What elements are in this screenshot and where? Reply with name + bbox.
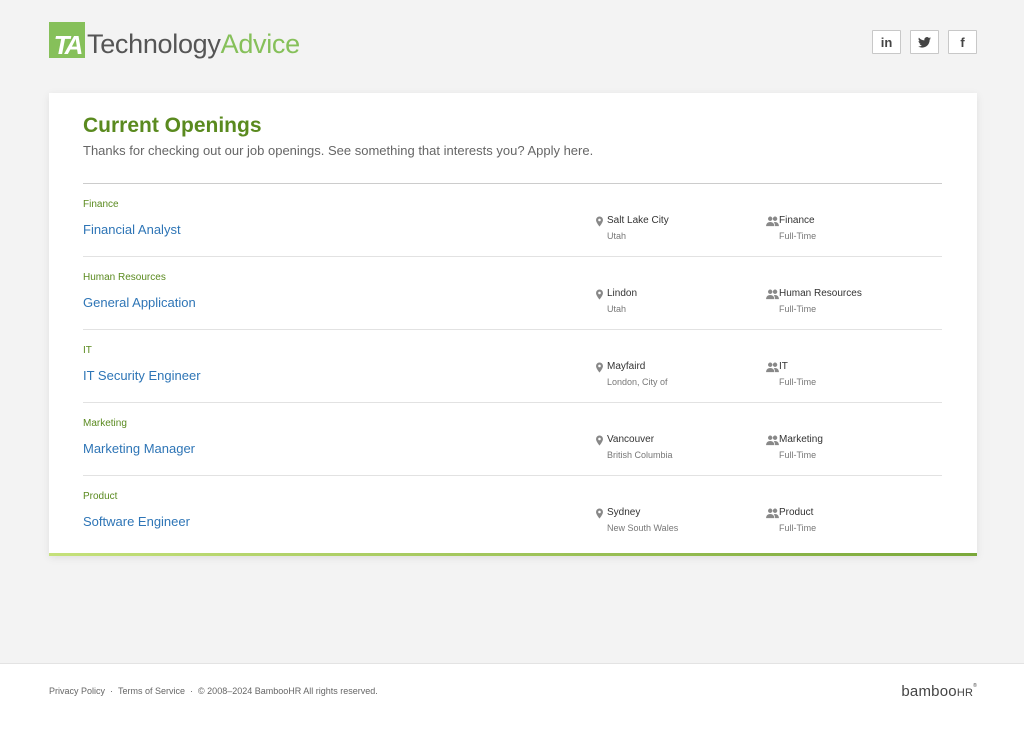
job-region: Utah <box>607 304 627 314</box>
logo-text: TechnologyAdvice <box>87 26 300 62</box>
location-pin-icon <box>596 435 603 446</box>
registered-mark: ® <box>973 683 977 689</box>
job-title-link[interactable]: IT Security Engineer <box>83 368 201 383</box>
logo-mark: TA <box>49 22 85 58</box>
job-row: IT IT Security Engineer Mayfaird London,… <box>83 330 942 403</box>
job-department: Product <box>83 491 118 502</box>
location-pin-icon <box>596 508 603 519</box>
job-team-name: Product <box>779 507 814 518</box>
job-department: IT <box>83 345 92 356</box>
privacy-policy-link[interactable]: Privacy Policy <box>49 686 105 696</box>
job-team-name: Human Resources <box>779 288 862 299</box>
job-row: Product Software Engineer Sydney New Sou… <box>83 476 942 549</box>
card-accent-bar <box>49 553 977 556</box>
location-pin-icon <box>596 289 603 300</box>
bamboohr-logo[interactable]: bambooHR® <box>901 683 977 700</box>
job-region: British Columbia <box>607 450 673 460</box>
job-city: Vancouver <box>607 434 655 445</box>
job-city: Mayfaird <box>607 361 646 372</box>
job-title-link[interactable]: General Application <box>83 295 196 310</box>
job-region: London, City of <box>607 377 668 387</box>
bamboohr-logo-suffix: HR <box>956 687 974 699</box>
job-city: Salt Lake City <box>607 215 669 226</box>
job-title-link[interactable]: Marketing Manager <box>83 441 195 456</box>
job-team-name: IT <box>779 361 788 372</box>
job-city: Lindon <box>607 288 638 299</box>
job-department: Finance <box>83 199 119 210</box>
footer-links: Privacy Policy · Terms of Service · © 20… <box>49 686 378 696</box>
job-title-link[interactable]: Software Engineer <box>83 514 190 529</box>
job-employment-type: Full-Time <box>779 377 817 387</box>
openings-card: Current Openings Thanks for checking out… <box>49 93 977 556</box>
job-department: Human Resources <box>83 272 166 283</box>
job-employment-type: Full-Time <box>779 304 817 314</box>
job-list: Finance Financial Analyst Salt Lake City… <box>83 183 942 549</box>
job-region: New South Wales <box>607 523 679 533</box>
location-pin-icon <box>596 362 603 373</box>
job-row: Finance Financial Analyst Salt Lake City… <box>83 184 942 257</box>
job-row: Human Resources General Application Lind… <box>83 257 942 330</box>
logo-text-accent: Advice <box>220 29 301 59</box>
job-team-name: Finance <box>779 215 815 226</box>
social-links: in f <box>872 30 977 54</box>
job-employment-type: Full-Time <box>779 450 817 460</box>
footer-separator: · <box>190 686 194 696</box>
bamboohr-logo-text: bamboo <box>901 683 957 700</box>
twitter-button[interactable] <box>910 30 939 54</box>
footer-separator: · <box>110 686 114 696</box>
job-title-link[interactable]: Financial Analyst <box>83 222 181 237</box>
job-row: Marketing Marketing Manager Vancouver Br… <box>83 403 942 476</box>
copyright-text: © 2008–2024 BambooHR All rights reserved… <box>198 686 378 696</box>
job-region: Utah <box>607 231 627 241</box>
people-icon <box>766 289 779 300</box>
page-title: Current Openings <box>83 114 262 137</box>
terms-of-service-link[interactable]: Terms of Service <box>118 686 185 696</box>
header: TA TechnologyAdvice in f <box>0 0 1024 92</box>
job-employment-type: Full-Time <box>779 523 817 533</box>
job-employment-type: Full-Time <box>779 231 817 241</box>
people-icon <box>766 216 779 227</box>
people-icon <box>766 508 779 519</box>
job-team-name: Marketing <box>779 434 823 445</box>
linkedin-button[interactable]: in <box>872 30 901 54</box>
job-city: Sydney <box>607 507 641 518</box>
facebook-button[interactable]: f <box>948 30 977 54</box>
twitter-icon <box>918 36 931 48</box>
people-icon <box>766 362 779 373</box>
footer: Privacy Policy · Terms of Service · © 20… <box>0 663 1024 732</box>
logo-text-primary: Technology <box>87 29 221 59</box>
facebook-icon: f <box>960 34 965 50</box>
location-pin-icon <box>596 216 603 227</box>
technologyadvice-logo[interactable]: TA TechnologyAdvice <box>49 20 300 64</box>
linkedin-icon: in <box>880 34 893 50</box>
job-department: Marketing <box>83 418 127 429</box>
page-subtitle: Thanks for checking out our job openings… <box>83 143 594 158</box>
people-icon <box>766 435 779 446</box>
